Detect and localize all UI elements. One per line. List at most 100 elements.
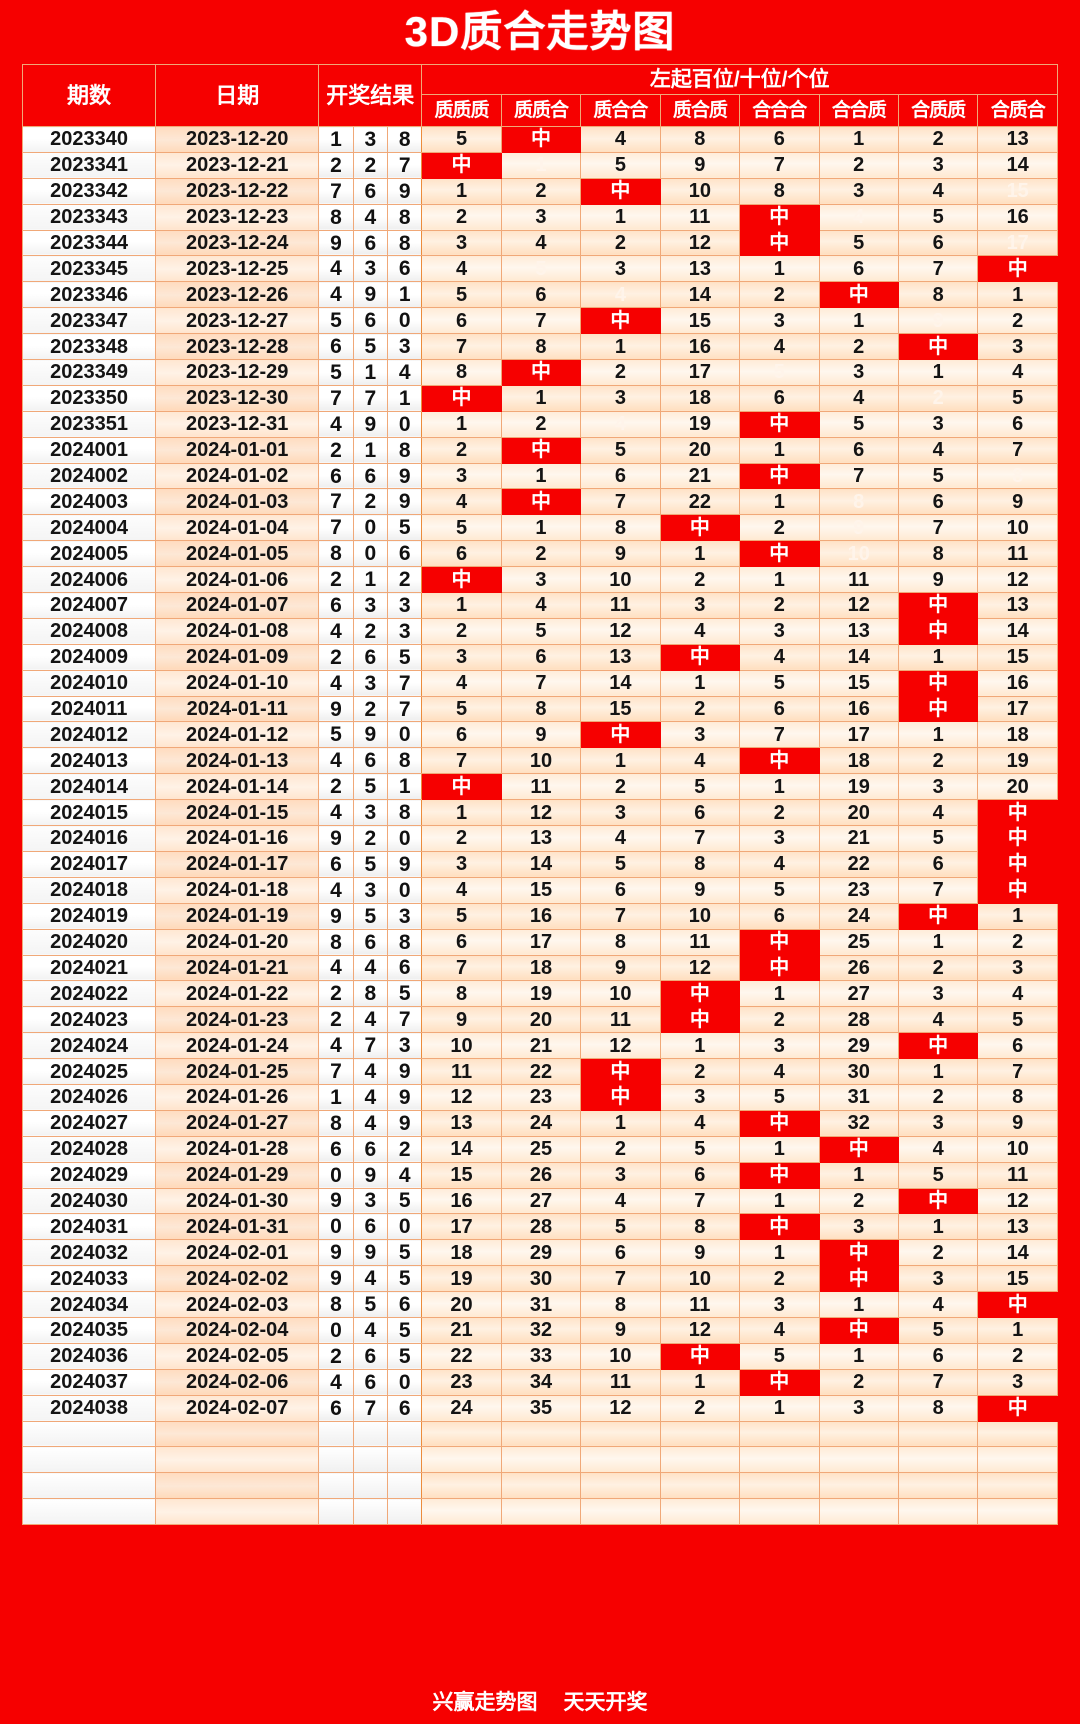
table-row[interactable]: 2023351 2023-12-31 4 9 0 1 2 4 19 中 5 3 6 <box>21 410 1058 438</box>
table-row[interactable]: 2023340 2023-12-20 1 3 8 5 中 4 8 6 1 2 13 <box>21 126 1058 153</box>
table-row[interactable]: 2024009 2024-01-09 2 6 5 3 6 13 中 4 14 1 15 <box>21 643 1058 671</box>
cell-date: 2024-01-16 <box>155 825 320 852</box>
cell-hit-marker: 中 <box>659 1342 741 1370</box>
cell-position-2: 22 <box>500 1058 582 1085</box>
cell-position-2: 28 <box>500 1213 582 1241</box>
cell-position-5: 1 <box>739 255 820 283</box>
table-row[interactable]: 2024002 2024-01-02 6 6 9 3 1 6 21 中 7 5 8 <box>21 462 1058 490</box>
table-row[interactable]: 2024006 2024-01-06 2 1 2 中 3 10 2 1 11 9 12 <box>21 566 1058 594</box>
table-row[interactable]: 2023346 2023-12-26 4 9 1 5 6 4 14 2 中 8 1 <box>21 281 1058 309</box>
table-row[interactable]: 2024010 2024-01-10 4 3 7 4 7 14 1 5 15 中 16 <box>21 669 1058 697</box>
table-row[interactable]: 2024020 2024-01-20 8 6 8 6 17 8 11 中 25 1 2 <box>21 928 1058 956</box>
table-row[interactable]: 2023349 2023-12-29 5 1 4 8 中 2 17 5 3 1 4 <box>21 359 1058 386</box>
table-row[interactable]: 2023347 2023-12-27 5 6 0 6 7 中 15 3 1 9 2 <box>21 307 1058 335</box>
table-row[interactable]: 2024030 2024-01-30 9 3 5 16 27 4 7 1 2 中 12 <box>21 1187 1058 1215</box>
cell-position-7: 4 <box>897 1006 979 1034</box>
table-row[interactable]: 2024012 2024-01-12 5 9 0 6 9 中 3 7 17 1 18 <box>21 721 1058 749</box>
cell-ball-3: 7 <box>386 669 423 697</box>
table-row[interactable]: 2024015 2024-01-15 4 3 8 1 12 3 6 2 20 4 中 <box>21 799 1058 827</box>
table-row[interactable]: 2023341 2023-12-21 2 2 7 中 1 5 9 7 2 3 14 <box>21 151 1058 179</box>
table-row[interactable]: 2024007 2024-01-07 6 3 3 1 4 11 3 2 12 中 13 <box>21 592 1058 619</box>
table-row[interactable]: 2024021 2024-01-21 4 4 6 7 18 9 12 中 26 2 3 <box>21 954 1058 982</box>
table-row[interactable]: 2024024 2024-01-24 4 7 3 10 21 12 1 3 29 中 6 <box>21 1032 1058 1060</box>
cell-position-3: 8 <box>580 514 661 542</box>
table-row[interactable]: 2024005 2024-01-05 8 0 6 6 2 9 1 中 10 8 11 <box>21 540 1058 568</box>
table-row[interactable]: 2024029 2024-01-29 0 9 4 15 26 3 6 中 1 5 11 <box>21 1161 1058 1189</box>
cell-position-8: 8 <box>977 1083 1058 1111</box>
cell-ball-1: 4 <box>318 410 354 438</box>
cell-ball-3: 5 <box>386 1265 423 1293</box>
cell-position-4 <box>659 1498 741 1526</box>
cell-ball-1: 4 <box>318 876 354 904</box>
cell-position-8: 13 <box>977 126 1058 153</box>
table-row[interactable]: 2024026 2024-01-26 1 4 9 12 23 中 3 5 31 2 8 <box>21 1083 1058 1111</box>
table-row[interactable]: 2024035 2024-02-04 0 4 5 21 32 9 12 4 中 5 1 <box>21 1316 1058 1344</box>
table-row[interactable]: 2024038 2024-02-07 6 7 6 24 35 12 2 1 3 8 中 <box>21 1394 1058 1422</box>
table-row[interactable]: 2024018 2024-01-18 4 3 0 4 15 6 9 5 23 7 中 <box>21 876 1058 904</box>
table-row[interactable]: 2024003 2024-01-03 7 2 9 4 中 7 22 1 8 6 9 <box>21 488 1058 516</box>
table-row[interactable]: 2023345 2023-12-25 4 3 6 4 5 3 13 1 6 7 中 <box>21 255 1058 283</box>
cell-ball-2: 6 <box>352 1135 388 1163</box>
cell-position-2: 27 <box>500 1187 582 1215</box>
cell-ball-1: 8 <box>318 1109 354 1137</box>
cell-date: 2024-01-05 <box>155 540 320 568</box>
table-row[interactable]: 2024025 2024-01-25 7 4 9 11 22 中 2 4 30 1 7 <box>21 1058 1058 1085</box>
table-row[interactable]: 2023348 2023-12-28 6 5 3 7 8 1 16 4 2 中 3 <box>21 333 1058 361</box>
cell-issue: 2024004 <box>21 514 157 542</box>
cell-date: 2023-12-28 <box>155 333 320 361</box>
cell-position-1: 23 <box>421 1368 502 1396</box>
cell-position-7 <box>897 1446 979 1474</box>
cell-position-4: 19 <box>659 410 741 438</box>
table-row[interactable]: 2024016 2024-01-16 9 2 0 2 13 4 7 3 21 5 中 <box>21 825 1058 852</box>
cell-position-6: 25 <box>818 928 899 956</box>
table-row[interactable]: 2024013 2024-01-13 4 6 8 7 10 1 4 中 18 2 19 <box>21 747 1058 775</box>
cell-ball-1: 2 <box>318 643 354 671</box>
cell-position-1: 15 <box>421 1161 502 1189</box>
table-row[interactable]: 2024031 2024-01-31 0 6 0 17 28 5 8 中 3 1 13 <box>21 1213 1058 1241</box>
table-row[interactable]: 2024027 2024-01-27 8 4 9 13 24 1 4 中 32 3 9 <box>21 1109 1058 1137</box>
cell-position-5: 3 <box>739 1291 820 1318</box>
table-row[interactable]: 2024037 2024-02-06 4 6 0 23 34 11 1 中 2 7 3 <box>21 1368 1058 1396</box>
table-row[interactable]: 2024032 2024-02-01 9 9 5 18 29 6 9 1 中 2 14 <box>21 1239 1058 1267</box>
cell-position-5: 3 <box>739 617 820 645</box>
cell-position-5: 1 <box>739 1187 820 1215</box>
cell-ball-3: 8 <box>386 747 423 775</box>
table-row[interactable]: 2024028 2024-01-28 6 6 2 14 25 2 5 1 中 4 10 <box>21 1135 1058 1163</box>
table-row[interactable]: 2024023 2024-01-23 2 4 7 9 20 11 中 2 28 4 5 <box>21 1006 1058 1034</box>
table-row[interactable]: 2024022 2024-01-22 2 8 5 8 19 10 中 1 27 3 4 <box>21 980 1058 1008</box>
table-row[interactable]: 2024008 2024-01-08 4 2 3 2 5 12 4 3 13 中 14 <box>21 617 1058 645</box>
cell-position-8: 19 <box>977 747 1058 775</box>
cell-position-3 <box>580 1498 661 1526</box>
cell-issue: 2024021 <box>21 954 157 982</box>
cell-date: 2024-01-22 <box>155 980 320 1008</box>
cell-issue: 2024032 <box>21 1239 157 1267</box>
table-row[interactable]: 2023342 2023-12-22 7 6 9 1 2 中 10 8 3 4 15 <box>21 177 1058 205</box>
table-row[interactable]: 2024034 2024-02-03 8 5 6 20 31 8 11 3 1 4 中 <box>21 1291 1058 1318</box>
cell-ball-2: 4 <box>352 1316 388 1344</box>
cell-ball-2: 4 <box>352 954 388 982</box>
table-row[interactable]: 2023343 2023-12-23 8 4 8 2 3 1 11 中 4 5 16 <box>21 203 1058 231</box>
cell-position-7: 4 <box>897 436 979 464</box>
table-row[interactable]: 2024011 2024-01-11 9 2 7 5 8 15 2 6 16 中 17 <box>21 695 1058 723</box>
cell-hit-marker: 中 <box>421 773 502 801</box>
table-row[interactable]: 2024019 2024-01-19 9 5 3 5 16 7 10 6 24 中 1 <box>21 902 1058 930</box>
cell-ball-1: 6 <box>318 333 354 361</box>
table-row[interactable]: 2024001 2024-01-01 2 1 8 2 中 5 20 1 6 4 7 <box>21 436 1058 464</box>
cell-position-8: 3 <box>977 954 1058 982</box>
table-row[interactable]: 2023350 2023-12-30 7 7 1 中 1 3 18 6 4 2 5 <box>21 384 1058 412</box>
cell-hit-marker: 中 <box>421 151 502 179</box>
cell-position-7: 5 <box>897 203 979 231</box>
cell-position-7: 5 <box>897 1161 979 1189</box>
table-row[interactable]: 2024004 2024-01-04 7 0 5 5 1 8 中 2 9 7 10 <box>21 514 1058 542</box>
table-row[interactable]: 2024017 2024-01-17 6 5 9 3 14 5 8 4 22 6 中 <box>21 850 1058 878</box>
cell-issue: 2023345 <box>21 255 157 283</box>
cell-position-6: 4 <box>818 203 899 231</box>
table-row[interactable]: 2024036 2024-02-05 2 6 5 22 33 10 中 5 1 6 2 <box>21 1342 1058 1370</box>
table-row[interactable]: 2024014 2024-01-14 2 5 1 中 11 2 5 1 19 3 20 <box>21 773 1058 801</box>
cell-ball-1: 7 <box>318 514 354 542</box>
table-row[interactable]: 2023344 2023-12-24 9 6 8 3 4 2 12 中 5 6 17 <box>21 229 1058 257</box>
table-row[interactable]: 2024033 2024-02-02 9 4 5 19 30 7 10 2 中 3 15 <box>21 1265 1058 1293</box>
col-header-position-1: 质质质 <box>421 94 502 127</box>
col-header-position-2: 质质合 <box>500 94 582 127</box>
cell-position-1: 5 <box>421 281 502 309</box>
